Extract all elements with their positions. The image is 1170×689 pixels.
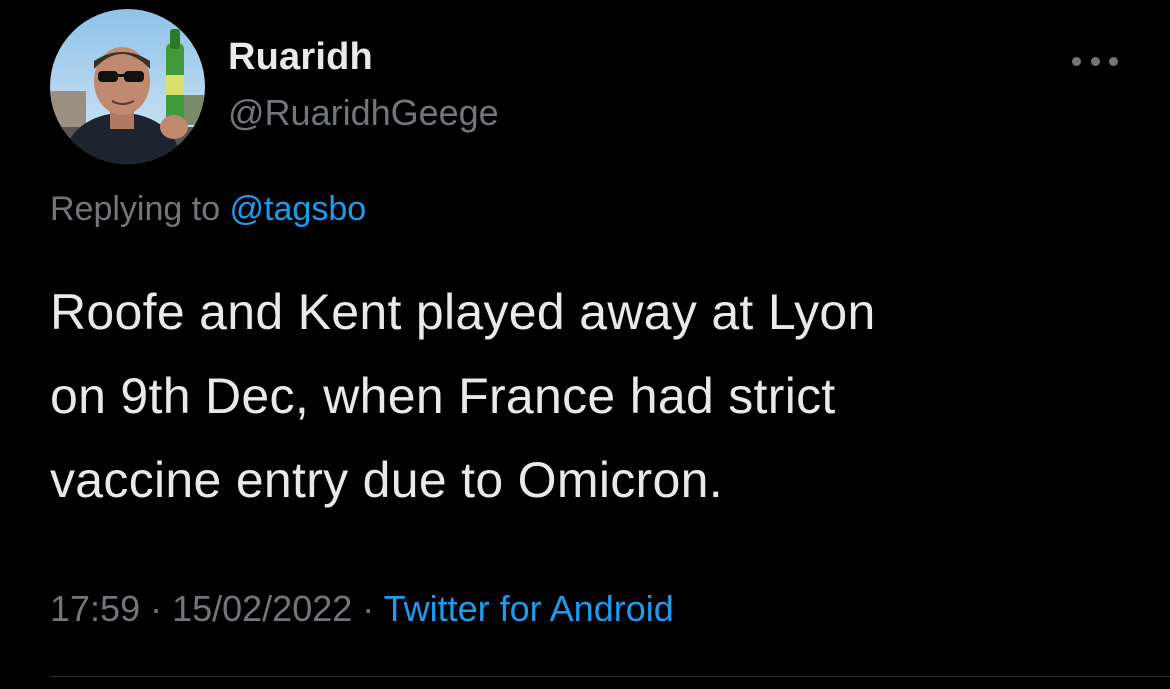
tweet-date[interactable]: 15/02/2022 <box>172 588 352 629</box>
avatar-photo <box>50 9 205 164</box>
user-handle[interactable]: @RuaridhGeege <box>228 92 499 134</box>
dot-icon <box>1072 56 1081 66</box>
tweet-meta: 17:59 · 15/02/2022 · Twitter for Android <box>50 588 674 630</box>
meta-separator: · <box>140 588 173 629</box>
dot-icon <box>1109 56 1118 66</box>
reply-prefix: Replying to <box>50 190 230 228</box>
tweet: Ruaridh @RuaridhGeege Replying to @tagsb… <box>0 0 1170 689</box>
display-name[interactable]: Ruaridh <box>228 36 373 79</box>
tweet-text: Roofe and Kent played away at Lyon on 9t… <box>50 270 1110 522</box>
tweet-text-line: Roofe and Kent played away at Lyon <box>50 284 876 340</box>
reply-mention-link[interactable]: @tagsbo <box>230 190 367 228</box>
avatar[interactable] <box>50 9 205 164</box>
tweet-text-line: on 9th Dec, when France had strict <box>50 368 836 424</box>
dot-icon <box>1090 56 1100 66</box>
tweet-text-line: vaccine entry due to Omicron. <box>50 452 723 508</box>
more-options-icon[interactable] <box>1070 46 1120 76</box>
meta-separator: · <box>352 588 384 629</box>
reply-context: Replying to @tagsbo <box>50 190 366 229</box>
divider <box>50 676 1170 677</box>
tweet-source-link[interactable]: Twitter for Android <box>384 588 674 629</box>
tweet-time[interactable]: 17:59 <box>50 588 140 629</box>
